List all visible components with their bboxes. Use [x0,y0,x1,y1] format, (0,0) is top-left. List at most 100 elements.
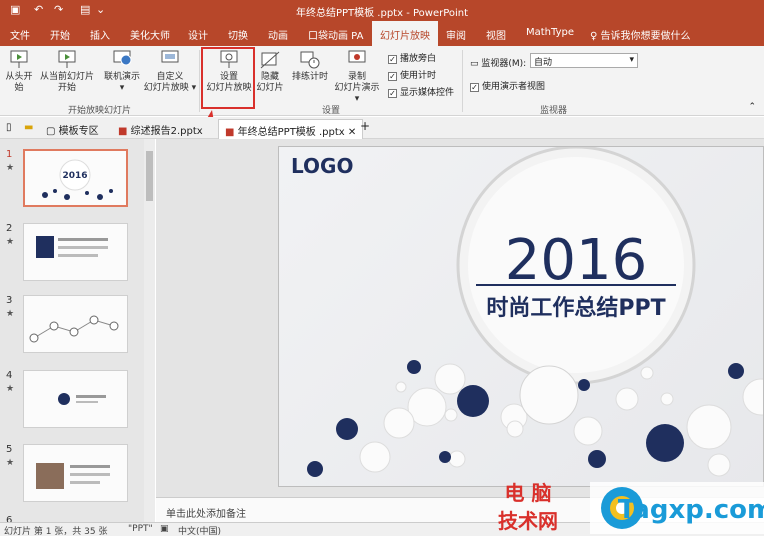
checkbox-checked: ✓ [470,83,479,92]
thumb-preview [58,393,106,405]
new-doc-icon[interactable]: ▯ [6,122,12,133]
custom-slideshow-button[interactable]: 自定义 幻灯片放映 ▾ [142,50,198,94]
scrollbar-thumb[interactable] [146,151,153,201]
slide-number: 2 [6,223,13,234]
checkbox-checked: ✓ [388,72,397,81]
tab-file[interactable]: 文件 [10,27,30,42]
watermark-site: Tagxp.com [618,495,764,525]
animation-star-icon: ★ [6,163,15,173]
slide-number: 4 [6,370,13,381]
tab-home[interactable]: 开始 [50,27,70,42]
highlight-box [201,47,255,109]
hide-slide-button[interactable]: 隐藏 幻灯片 [256,50,284,94]
chevron-down-icon: ▾ [629,55,634,65]
checkbox-checked: ✓ [388,89,397,98]
slide-number: 5 [6,444,13,455]
slide-thumbnail-3[interactable] [23,295,128,353]
animation-star-icon: ★ [6,458,15,468]
title-bar: ▣ ↶ ↷ ▤ ⌄ 年终总结PPT模板 .pptx - PowerPoint [0,0,764,20]
slideshow-start-icon [10,50,28,68]
monitor-label: ▭ 监视器(M): [470,59,527,69]
tab-design[interactable]: 设计 [188,27,208,42]
slideshow-current-icon [58,50,76,68]
doc-tab-current[interactable]: ■ 年终总结PPT模板 .pptx ✕ [218,119,364,139]
watermark-text-2: 技术网 [498,509,558,533]
group-label-start: 开始放映幻灯片 [68,106,132,116]
record-icon [348,50,366,63]
animation-star-icon: ★ [6,237,15,247]
globe-present-icon [113,50,132,66]
tab-view[interactable]: 视图 [486,27,506,42]
tell-me-search[interactable]: ♀ 告诉我你想要做什么 [590,27,691,42]
doc-tab-report[interactable]: ■ 综述报告2.pptx [118,122,203,137]
thumb-preview [36,463,110,489]
rehearse-timings-button[interactable]: 排练计时 [288,50,332,83]
ribbon-tabs: 文件 开始 插入 美化大师 设计 切换 动画 口袋动画 PA 幻灯片放映 审阅 … [0,20,764,46]
tab-transitions[interactable]: 切换 [228,27,248,42]
slide-canvas[interactable]: LOGO 2016 时尚工作总结PPT [278,146,764,487]
window-title: 年终总结PPT模板 .pptx - PowerPoint [295,8,469,19]
template-icon: ▢ [46,126,59,137]
record-slideshow-button[interactable]: 录制 幻灯片演示 ▾ [332,50,382,105]
pptx-icon: ■ [225,127,238,138]
watermark-logo: 电 脑 技术网 Tagxp.com [498,481,764,534]
tab-mathtype[interactable]: MathType [526,27,574,38]
ribbon-slideshow: 从头开始 从当前幻灯片 开始 联机演示 ▾ 自定义 幻灯片放映 ▾ 开始放映幻灯片 设… [0,46,764,116]
collapse-ribbon-icon[interactable]: ⌃ [748,102,756,112]
slide-thumbnail-pane[interactable]: 1 ★ 2016 2 ★ 3 ★ 4 ★ 5 ★ 6 [0,139,155,522]
thumb-preview: 2016 [42,159,113,200]
from-current-slide-button[interactable]: 从当前幻灯片 开始 [38,50,96,94]
tab-pocket-animation[interactable]: 口袋动画 PA [308,27,363,42]
language-indicator[interactable]: 中文(中国) [178,524,221,537]
thumb-year: 2016 [62,171,87,181]
new-tab-icon[interactable]: + [360,119,370,133]
slide-thumbnail-2[interactable] [23,223,128,281]
slide-year: 2016 [505,228,648,293]
slide-number: 3 [6,295,13,306]
slide-number: 6 [6,515,13,522]
divider [462,50,463,112]
thumbnail-scrollbar[interactable] [144,139,155,522]
divider [199,50,200,112]
close-icon[interactable]: ✕ [348,127,356,138]
spellcheck-icon[interactable]: ▣ [160,524,169,534]
thumb-preview [29,315,119,343]
group-label-monitors: 监视器 [540,106,568,116]
theme-name: "PPT" [128,524,153,534]
slide-thumbnail-4[interactable] [23,370,128,428]
tab-insert[interactable]: 插入 [90,27,110,42]
animation-star-icon: ★ [6,309,15,319]
notes-placeholder: 单击此处添加备注 [166,509,246,520]
lightbulb-icon: ♀ [590,31,601,42]
monitor-select[interactable]: 自动 ▾ [530,53,638,68]
use-timings-checkbox[interactable]: ✓ 使用计时 [388,68,436,81]
presenter-view-checkbox[interactable]: ✓ 使用演示者视图 [470,79,545,92]
document-tabs: ▯ ▬ ▢ 模板专区 ■ 综述报告2.pptx ■ 年终总结PPT模板 .ppt… [0,117,764,139]
tab-slideshow[interactable]: 幻灯片放映 [372,21,438,46]
watermark: 电 脑 技术网 Tagxp.com [470,480,764,536]
checkbox-checked: ✓ [388,55,397,64]
monitor-icon: ▭ [470,59,482,69]
animation-star-icon: ★ [6,384,15,394]
slide-thumbnail-1[interactable]: 2016 [23,149,128,207]
show-media-controls-checkbox[interactable]: ✓ 显示媒体控件 [388,85,454,98]
play-narrations-checkbox[interactable]: ✓ 播放旁白 [388,51,436,64]
slide-subtitle: 时尚工作总结PPT [486,295,665,321]
from-beginning-button[interactable]: 从头开始 [2,50,36,94]
thumb-preview [36,236,108,258]
slide-thumbnail-5[interactable] [23,444,128,502]
group-label-setup: 设置 [322,106,341,116]
tab-review[interactable]: 审阅 [446,27,466,42]
tab-beautify-master[interactable]: 美化大师 [130,27,170,42]
dropdown-caret: ▾ [119,83,125,93]
present-online-button[interactable]: 联机演示 ▾ [100,50,144,94]
pptx-icon: ■ [118,126,131,137]
doc-tab-templates[interactable]: ▢ 模板专区 [46,122,99,137]
tab-animations[interactable]: 动画 [268,27,288,42]
slide-counter: 幻灯片 第 1 张，共 35 张 [4,527,108,537]
slide-number: 1 [6,149,13,160]
stopwatch-icon [300,51,320,69]
watermark-text-1: 电 脑 [505,481,552,505]
slide-logo-text: LOGO [291,154,353,178]
folder-icon[interactable]: ▬ [24,122,33,133]
